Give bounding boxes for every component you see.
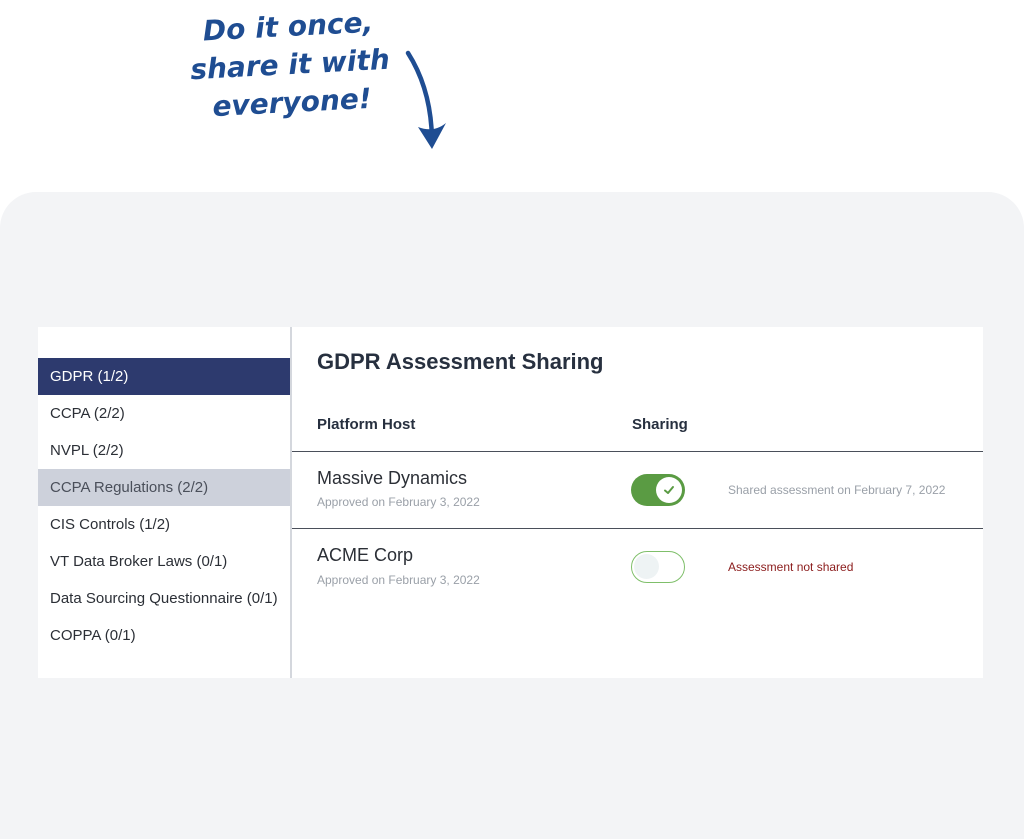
toggle-knob [634,554,659,579]
sharing-status: Shared assessment on February 7, 2022 [728,483,946,497]
callout-text: Do it once, share it with everyone! [172,2,408,128]
sharing-main-panel: GDPR Assessment Sharing Platform Host Sh… [292,327,983,678]
sharing-toggle-massive-dynamics[interactable] [631,474,685,506]
host-name: Massive Dynamics [317,468,468,488]
host-name: ACME Corp [317,545,414,565]
sharing-toggle-acme-corp[interactable] [631,551,685,583]
divider [292,528,983,529]
sidebar-item-nvpl[interactable]: NVPL (2/2) [38,432,290,469]
approval-date: Approved on February 3, 2022 [317,495,480,509]
check-icon [664,486,674,494]
column-header-platform-host: Platform Host [317,416,416,433]
arrow-down-icon [405,50,446,149]
sidebar-item-cis-controls[interactable]: CIS Controls (1/2) [38,506,290,543]
sidebar-item-vt-data-broker-laws[interactable]: VT Data Broker Laws (0/1) [38,543,290,580]
column-header-sharing: Sharing [632,416,688,433]
sidebar-item-ccpa[interactable]: CCPA (2/2) [38,395,290,432]
regulation-sidebar: GDPR (1/2) CCPA (2/2) NVPL (2/2) CCPA Re… [38,327,292,678]
page-title: GDPR Assessment Sharing [317,349,604,374]
sharing-status: Assessment not shared [728,560,854,574]
approval-date: Approved on February 3, 2022 [317,573,480,587]
sidebar-item-ccpa-regulations[interactable]: CCPA Regulations (2/2) [38,469,290,506]
toggle-knob [656,477,682,503]
sidebar-item-coppa[interactable]: COPPA (0/1) [38,617,290,654]
divider [292,451,983,452]
sidebar-item-gdpr[interactable]: GDPR (1/2) [38,358,290,395]
sidebar-item-data-sourcing-questionnaire[interactable]: Data Sourcing Questionnaire (0/1) [38,580,290,617]
sharing-card: GDPR (1/2) CCPA (2/2) NVPL (2/2) CCPA Re… [38,327,983,678]
